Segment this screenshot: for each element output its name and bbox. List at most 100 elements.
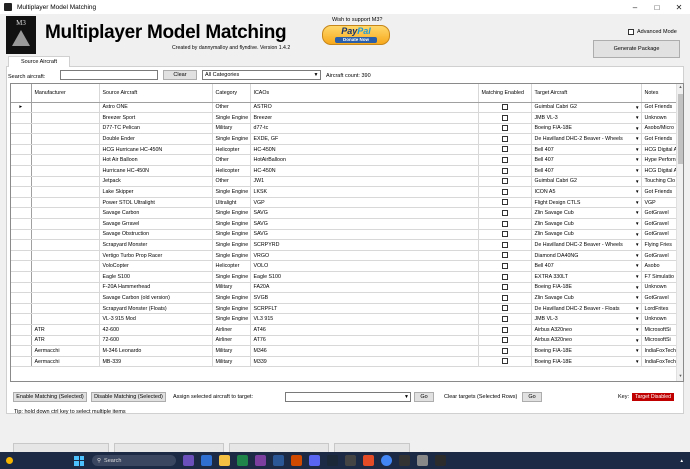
cell-matching-enabled[interactable]: [478, 356, 532, 368]
cell-target-aircraft[interactable]: De Havilland DHC-2 Beaver - Floats ▼: [531, 303, 642, 315]
row-header[interactable]: [11, 324, 32, 336]
taskbar-search[interactable]: ⚲ Search: [92, 455, 176, 466]
column-header-matching-enabled[interactable]: Matching Enabled: [478, 84, 532, 103]
cell-target-aircraft[interactable]: Guimbal Cabri G2 ▼: [531, 176, 642, 188]
row-header[interactable]: [11, 239, 32, 251]
table-row[interactable]: Scrapyard Monster (Floats) Single Engine S…: [11, 303, 678, 315]
dropdown-arrow-icon[interactable]: ▼: [635, 189, 639, 194]
row-header[interactable]: [11, 207, 32, 220]
table-row[interactable]: D77-TC Pelican Military d77-tc Boeing F/A-1…: [11, 123, 678, 135]
cell-target-aircraft[interactable]: Zlin Savage Cub ▼: [531, 218, 642, 230]
steam-icon[interactable]: [327, 455, 338, 466]
matching-enabled-checkbox[interactable]: [501, 114, 508, 121]
cell-target-aircraft[interactable]: EXTRA 330LT ▼: [531, 271, 642, 283]
column-header-target-aircraft[interactable]: Target Aircraft: [531, 84, 642, 103]
cell-target-aircraft[interactable]: Boeing F/A-18E ▼: [531, 282, 642, 294]
cell-matching-enabled[interactable]: [478, 154, 532, 167]
matching-enabled-checkbox[interactable]: [501, 337, 508, 344]
row-header[interactable]: [11, 144, 32, 156]
minimize-icon[interactable]: –: [624, 0, 646, 14]
cell-target-aircraft[interactable]: Boeing F/A-18E ▼: [531, 345, 642, 357]
dropdown-arrow-icon[interactable]: ▼: [635, 232, 639, 237]
cell-matching-enabled[interactable]: [478, 260, 532, 272]
cell-target-aircraft[interactable]: De Havilland DHC-2 Beaver - Wheels ▼: [531, 239, 642, 251]
cell-matching-enabled[interactable]: [478, 197, 532, 209]
matching-enabled-checkbox[interactable]: [501, 315, 508, 322]
row-header[interactable]: [11, 133, 32, 145]
dropdown-arrow-icon[interactable]: ▼: [635, 105, 639, 110]
assign-target-select[interactable]: ▼: [285, 392, 411, 402]
matching-enabled-checkbox[interactable]: [501, 326, 508, 333]
table-row[interactable]: Vertigo Turbo Prop Racer Single Engine VRG…: [11, 250, 678, 262]
matching-enabled-checkbox[interactable]: [501, 210, 508, 217]
matching-enabled-checkbox[interactable]: [501, 241, 508, 248]
row-header[interactable]: [11, 260, 32, 272]
column-header-icaos[interactable]: ICAOs: [250, 84, 479, 103]
table-row[interactable]: Jetpack Other JW1 Guimbal Cabri G2 ▼ Touching…: [11, 176, 678, 188]
row-header[interactable]: [11, 165, 32, 177]
table-row[interactable]: VL-3 915 Mod Single Engine VL3 915 JMB VL-3…: [11, 313, 678, 325]
row-header[interactable]: [11, 112, 32, 124]
row-header[interactable]: [11, 197, 32, 209]
system-tray[interactable]: ▲: [680, 458, 684, 463]
row-header[interactable]: [11, 229, 32, 241]
advanced-mode-checkbox[interactable]: [628, 29, 634, 35]
dropdown-arrow-icon[interactable]: ▼: [635, 327, 639, 332]
table-row[interactable]: VoloCopter Helicopter VOLO Bell 407 ▼ Asobo: [11, 260, 678, 272]
table-row[interactable]: ATR 72-600 Airliner AT76 Airbus A320neo ▼ Micr…: [11, 335, 678, 347]
matching-enabled-checkbox[interactable]: [501, 220, 508, 227]
table-row[interactable]: Lake Skipper Single Engine LKSK ICON A5 ▼ Got…: [11, 186, 678, 198]
scroll-up-icon[interactable]: ▲: [677, 84, 684, 92]
excel-icon[interactable]: [237, 455, 248, 466]
dropdown-arrow-icon[interactable]: ▼: [635, 136, 639, 141]
scrollbar-thumb[interactable]: [678, 94, 683, 164]
table-row[interactable]: ▸ Astro ONE Other ASTRO Guimbal Cabri G2 ▼ Got…: [11, 102, 678, 114]
cell-target-aircraft[interactable]: JMB VL-3 ▼: [531, 313, 642, 325]
taskbar-app-icon[interactable]: [183, 455, 194, 466]
advanced-mode-toggle[interactable]: Advanced Mode: [628, 29, 677, 35]
taskbar-app-icon[interactable]: [363, 455, 374, 466]
cell-target-aircraft[interactable]: Flight Design CTLS ▼: [531, 197, 642, 209]
chrome-icon[interactable]: [381, 455, 392, 466]
matching-enabled-checkbox[interactable]: [501, 188, 508, 195]
dropdown-arrow-icon[interactable]: ▼: [635, 295, 639, 300]
dropdown-arrow-icon[interactable]: ▼: [635, 263, 639, 268]
cell-target-aircraft[interactable]: Bell 407 ▼: [531, 260, 642, 272]
table-row[interactable]: ATR 42-600 Airliner AT46 Airbus A320neo ▼ Micr…: [11, 324, 678, 336]
taskbar-app-icon[interactable]: [345, 455, 356, 466]
windows-start-icon[interactable]: [74, 455, 84, 466]
cell-matching-enabled[interactable]: [478, 218, 532, 230]
row-header[interactable]: [11, 218, 32, 230]
dropdown-arrow-icon[interactable]: ▼: [635, 221, 639, 226]
terminal-icon[interactable]: [435, 455, 446, 466]
weather-widget[interactable]: [6, 457, 16, 464]
maximize-icon[interactable]: □: [646, 0, 668, 14]
aircraft-grid[interactable]: Manufacturer Source Aircraft Category IC…: [10, 83, 684, 382]
matching-enabled-checkbox[interactable]: [501, 273, 508, 280]
dropdown-arrow-icon[interactable]: ▼: [635, 210, 639, 215]
dropdown-arrow-icon[interactable]: ▼: [635, 338, 639, 343]
row-header[interactable]: [11, 154, 32, 167]
table-row[interactable]: Aermacchi M-346 Leonardo Military M346 Boein…: [11, 345, 678, 357]
cell-target-aircraft[interactable]: Zlin Savage Cub ▼: [531, 229, 642, 241]
cell-target-aircraft[interactable]: Zlin Savage Cub ▼: [531, 207, 642, 220]
dropdown-arrow-icon[interactable]: ▼: [635, 274, 639, 279]
cell-matching-enabled[interactable]: [478, 144, 532, 156]
row-header[interactable]: [11, 345, 32, 357]
row-header[interactable]: [11, 186, 32, 198]
file-explorer-icon[interactable]: [219, 455, 230, 466]
row-header[interactable]: [11, 250, 32, 262]
matching-enabled-checkbox[interactable]: [501, 167, 508, 174]
table-row[interactable]: Eagle S100 Single Engine Eagle S100 EXTRA 3…: [11, 271, 678, 283]
enable-matching-button[interactable]: Enable Matching (Selected): [13, 392, 87, 402]
dropdown-arrow-icon[interactable]: ▼: [635, 115, 639, 120]
matching-enabled-checkbox[interactable]: [501, 178, 508, 185]
taskbar-app-icon[interactable]: [417, 455, 428, 466]
row-header[interactable]: [11, 176, 32, 188]
table-row[interactable]: Scrapyard Monster Single Engine SCRPYRD De …: [11, 239, 678, 251]
dropdown-arrow-icon[interactable]: ▼: [635, 348, 639, 353]
column-header-category[interactable]: Category: [212, 84, 251, 103]
cell-matching-enabled[interactable]: [478, 165, 532, 177]
clear-search-button[interactable]: Clear: [163, 70, 197, 80]
cell-target-aircraft[interactable]: JMB VL-3 ▼: [531, 112, 642, 124]
